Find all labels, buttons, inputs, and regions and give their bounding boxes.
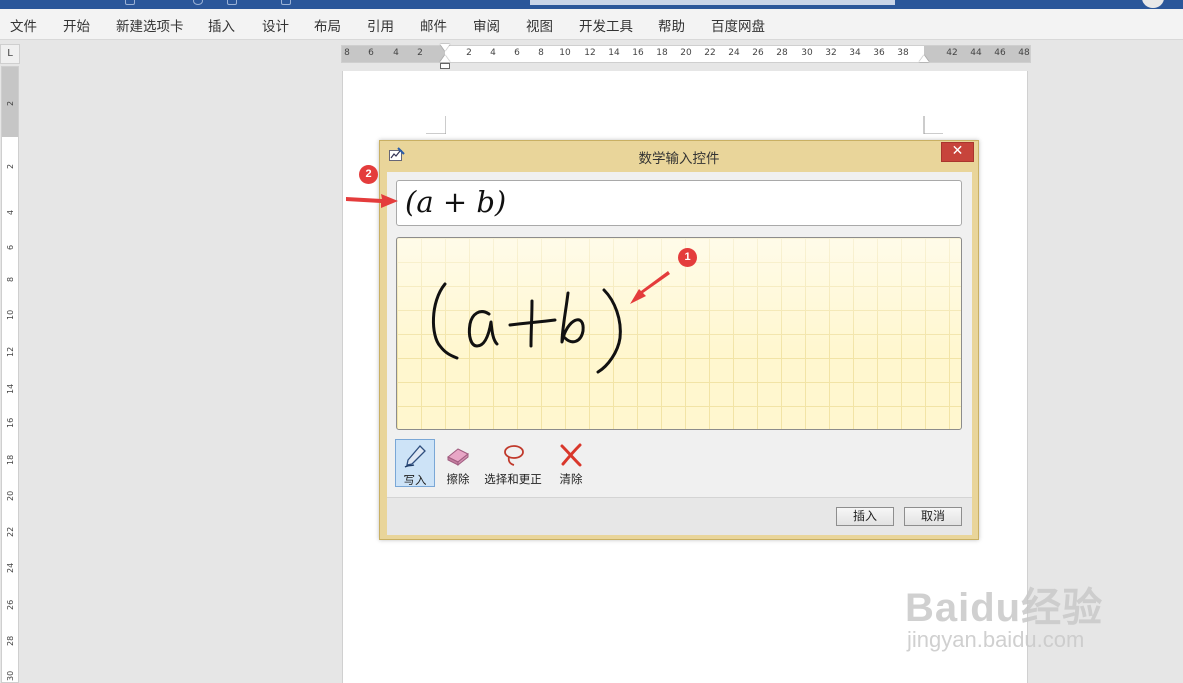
watermark-brand: Baidu经验 [905,586,1104,630]
annotation-marker-1: 1 [678,248,697,267]
annotation-arrow-2 [346,194,398,208]
watermark-url: jingyan.baidu.com [907,627,1085,652]
annotation-marker-2: 2 [359,165,378,184]
baidu-jingyan-watermark: Baidu经验 jingyan.baidu.com [905,575,1145,665]
annotation-arrow-1 [630,271,670,304]
